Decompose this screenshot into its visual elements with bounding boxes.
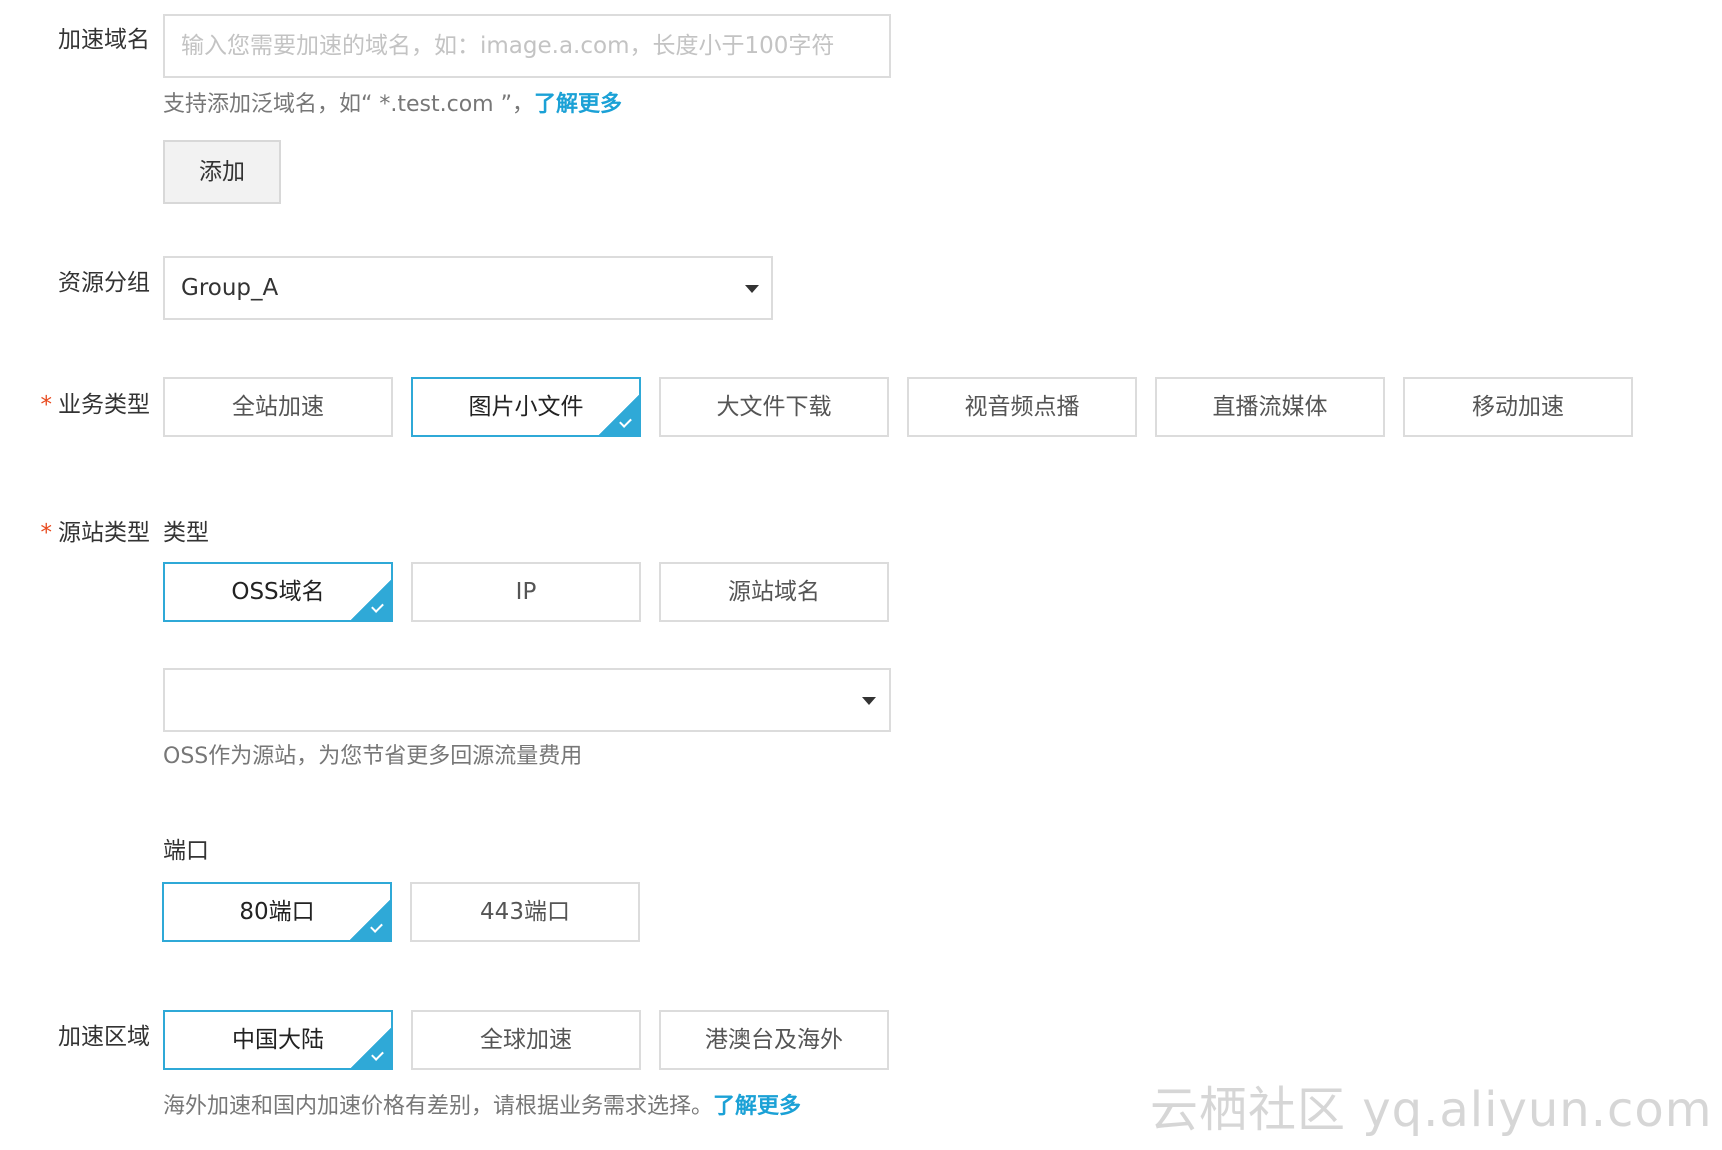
- business-type-label: * 业务类型: [40, 392, 151, 418]
- check-icon: [350, 900, 390, 940]
- port-option[interactable]: 443端口: [410, 882, 640, 942]
- origin-type-sublabel: 类型: [163, 520, 209, 546]
- business-type-option[interactable]: 视音频点播: [907, 377, 1137, 437]
- region-label: 加速区域: [58, 1024, 150, 1050]
- domain-label: 加速域名: [58, 27, 150, 53]
- business-type-option[interactable]: 全站加速: [163, 377, 393, 437]
- region-option-label: 港澳台及海外: [705, 1027, 843, 1053]
- check-icon: [351, 1028, 391, 1068]
- port-option-label: 80端口: [239, 899, 315, 925]
- region-option[interactable]: 全球加速: [411, 1010, 641, 1070]
- origin-select[interactable]: [163, 668, 891, 732]
- check-icon: [351, 580, 391, 620]
- business-type-option-label: 直播流媒体: [1212, 394, 1328, 420]
- business-type-option-label: 图片小文件: [468, 394, 584, 420]
- region-learn-more-link[interactable]: 了解更多: [713, 1094, 801, 1119]
- business-type-option[interactable]: 直播流媒体: [1155, 377, 1385, 437]
- required-mark: *: [40, 392, 53, 418]
- business-type-option[interactable]: 大文件下载: [659, 377, 889, 437]
- watermark: 云栖社区 yq.aliyun.com: [1150, 1082, 1713, 1138]
- business-type-option[interactable]: 移动加速: [1403, 377, 1633, 437]
- region-option-label: 中国大陆: [232, 1027, 324, 1053]
- origin-type-option-label: OSS域名: [231, 579, 325, 605]
- origin-type-option[interactable]: 源站域名: [659, 562, 889, 622]
- resource-group-label: 资源分组: [58, 270, 150, 296]
- region-option[interactable]: 中国大陆: [163, 1010, 393, 1070]
- add-domain-button[interactable]: 添加: [163, 140, 281, 204]
- port-option-label: 443端口: [480, 899, 570, 925]
- region-hint: 海外加速和国内加速价格有差别，请根据业务需求选择。了解更多: [163, 1094, 802, 1119]
- business-type-option[interactable]: 图片小文件: [411, 377, 641, 437]
- chevron-down-icon: [862, 697, 876, 705]
- origin-type-option-label: IP: [515, 579, 537, 605]
- required-mark: *: [40, 520, 53, 546]
- origin-hint: OSS作为源站，为您节省更多回源流量费用: [163, 744, 583, 769]
- check-icon: [599, 395, 639, 435]
- port-label: 端口: [163, 838, 209, 864]
- origin-type-label: * 源站类型: [40, 520, 151, 546]
- origin-type-option-label: 源站域名: [728, 579, 820, 605]
- chevron-down-icon: [745, 285, 759, 293]
- origin-type-option[interactable]: IP: [411, 562, 641, 622]
- business-type-option-label: 大文件下载: [716, 394, 832, 420]
- region-option[interactable]: 港澳台及海外: [659, 1010, 889, 1070]
- business-type-option-label: 全站加速: [232, 394, 324, 420]
- resource-group-select[interactable]: Group_A: [163, 256, 773, 320]
- origin-type-option[interactable]: OSS域名: [163, 562, 393, 622]
- business-type-option-label: 视音频点播: [964, 394, 1080, 420]
- domain-input[interactable]: 输入您需要加速的域名，如：image.a.com，长度小于100字符: [163, 14, 891, 78]
- port-option[interactable]: 80端口: [162, 882, 392, 942]
- resource-group-value: Group_A: [181, 275, 279, 301]
- domain-input-placeholder: 输入您需要加速的域名，如：image.a.com，长度小于100字符: [181, 33, 835, 59]
- business-type-option-label: 移动加速: [1472, 394, 1564, 420]
- region-option-label: 全球加速: [480, 1027, 572, 1053]
- domain-hint: 支持添加泛域名，如“ *.test.com ”，了解更多: [163, 92, 623, 117]
- domain-learn-more-link[interactable]: 了解更多: [534, 92, 622, 117]
